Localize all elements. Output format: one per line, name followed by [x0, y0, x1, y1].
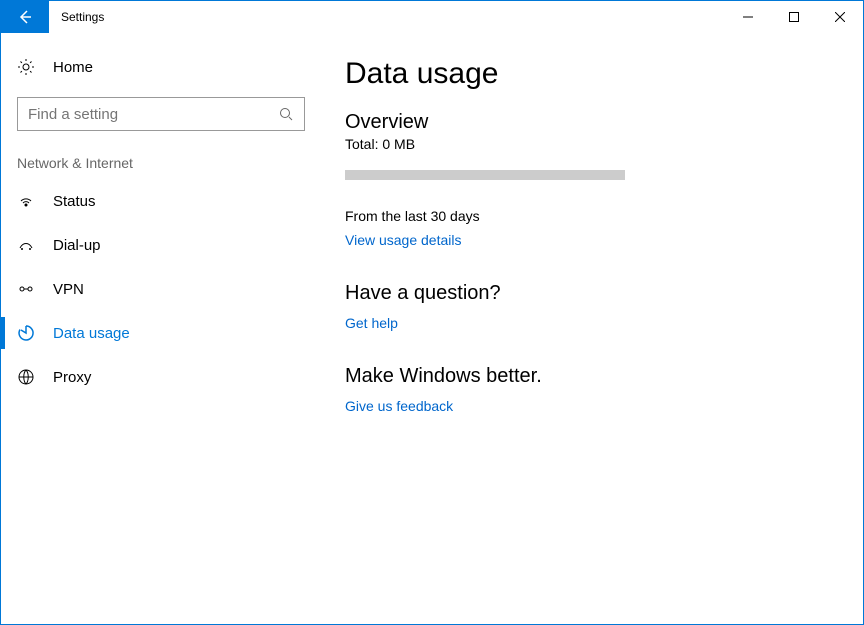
status-icon: [17, 192, 35, 210]
dialup-icon: [17, 236, 35, 254]
gear-icon: [17, 58, 35, 76]
feedback-heading: Make Windows better.: [345, 365, 839, 388]
maximize-button[interactable]: [771, 1, 817, 33]
sidebar-item-status[interactable]: Status: [1, 179, 321, 223]
sidebar-item-label: VPN: [53, 281, 84, 298]
sidebar-item-dialup[interactable]: Dial-up: [1, 223, 321, 267]
sidebar-section-label: Network & Internet: [1, 147, 321, 179]
titlebar: Settings: [1, 1, 863, 33]
window-title: Settings: [49, 1, 116, 33]
sidebar-item-vpn[interactable]: VPN: [1, 267, 321, 311]
search-input[interactable]: [17, 97, 305, 131]
question-heading: Have a question?: [345, 282, 839, 305]
search-icon: [277, 105, 295, 123]
sidebar-item-label: Proxy: [53, 369, 91, 386]
back-button[interactable]: [1, 1, 49, 33]
overview-heading: Overview: [345, 111, 839, 134]
close-button[interactable]: [817, 1, 863, 33]
sidebar-item-label: Status: [53, 193, 96, 210]
page-title: Data usage: [345, 57, 839, 91]
titlebar-drag[interactable]: [116, 1, 725, 33]
data-usage-icon: [17, 324, 35, 342]
sidebar-item-data-usage[interactable]: Data usage: [1, 311, 321, 355]
total-label: Total: 0 MB: [345, 136, 839, 152]
feedback-link[interactable]: Give us feedback: [345, 398, 453, 414]
close-icon: [831, 8, 849, 26]
sidebar-item-proxy[interactable]: Proxy: [1, 355, 321, 399]
minimize-icon: [739, 8, 757, 26]
get-help-link[interactable]: Get help: [345, 315, 398, 331]
usage-bar: [345, 170, 625, 180]
main-pane: Data usage Overview Total: 0 MB From the…: [321, 33, 863, 624]
vpn-icon: [17, 280, 35, 298]
view-details-link[interactable]: View usage details: [345, 232, 461, 248]
maximize-icon: [785, 8, 803, 26]
sidebar-home[interactable]: Home: [1, 45, 321, 89]
sidebar: Home Network & Internet Status Dial-up V…: [1, 33, 321, 624]
arrow-left-icon: [16, 8, 34, 26]
sidebar-home-label: Home: [53, 59, 93, 76]
sidebar-item-label: Dial-up: [53, 237, 101, 254]
minimize-button[interactable]: [725, 1, 771, 33]
proxy-icon: [17, 368, 35, 386]
sidebar-item-label: Data usage: [53, 325, 130, 342]
search-box: [17, 97, 305, 131]
period-label: From the last 30 days: [345, 208, 839, 224]
